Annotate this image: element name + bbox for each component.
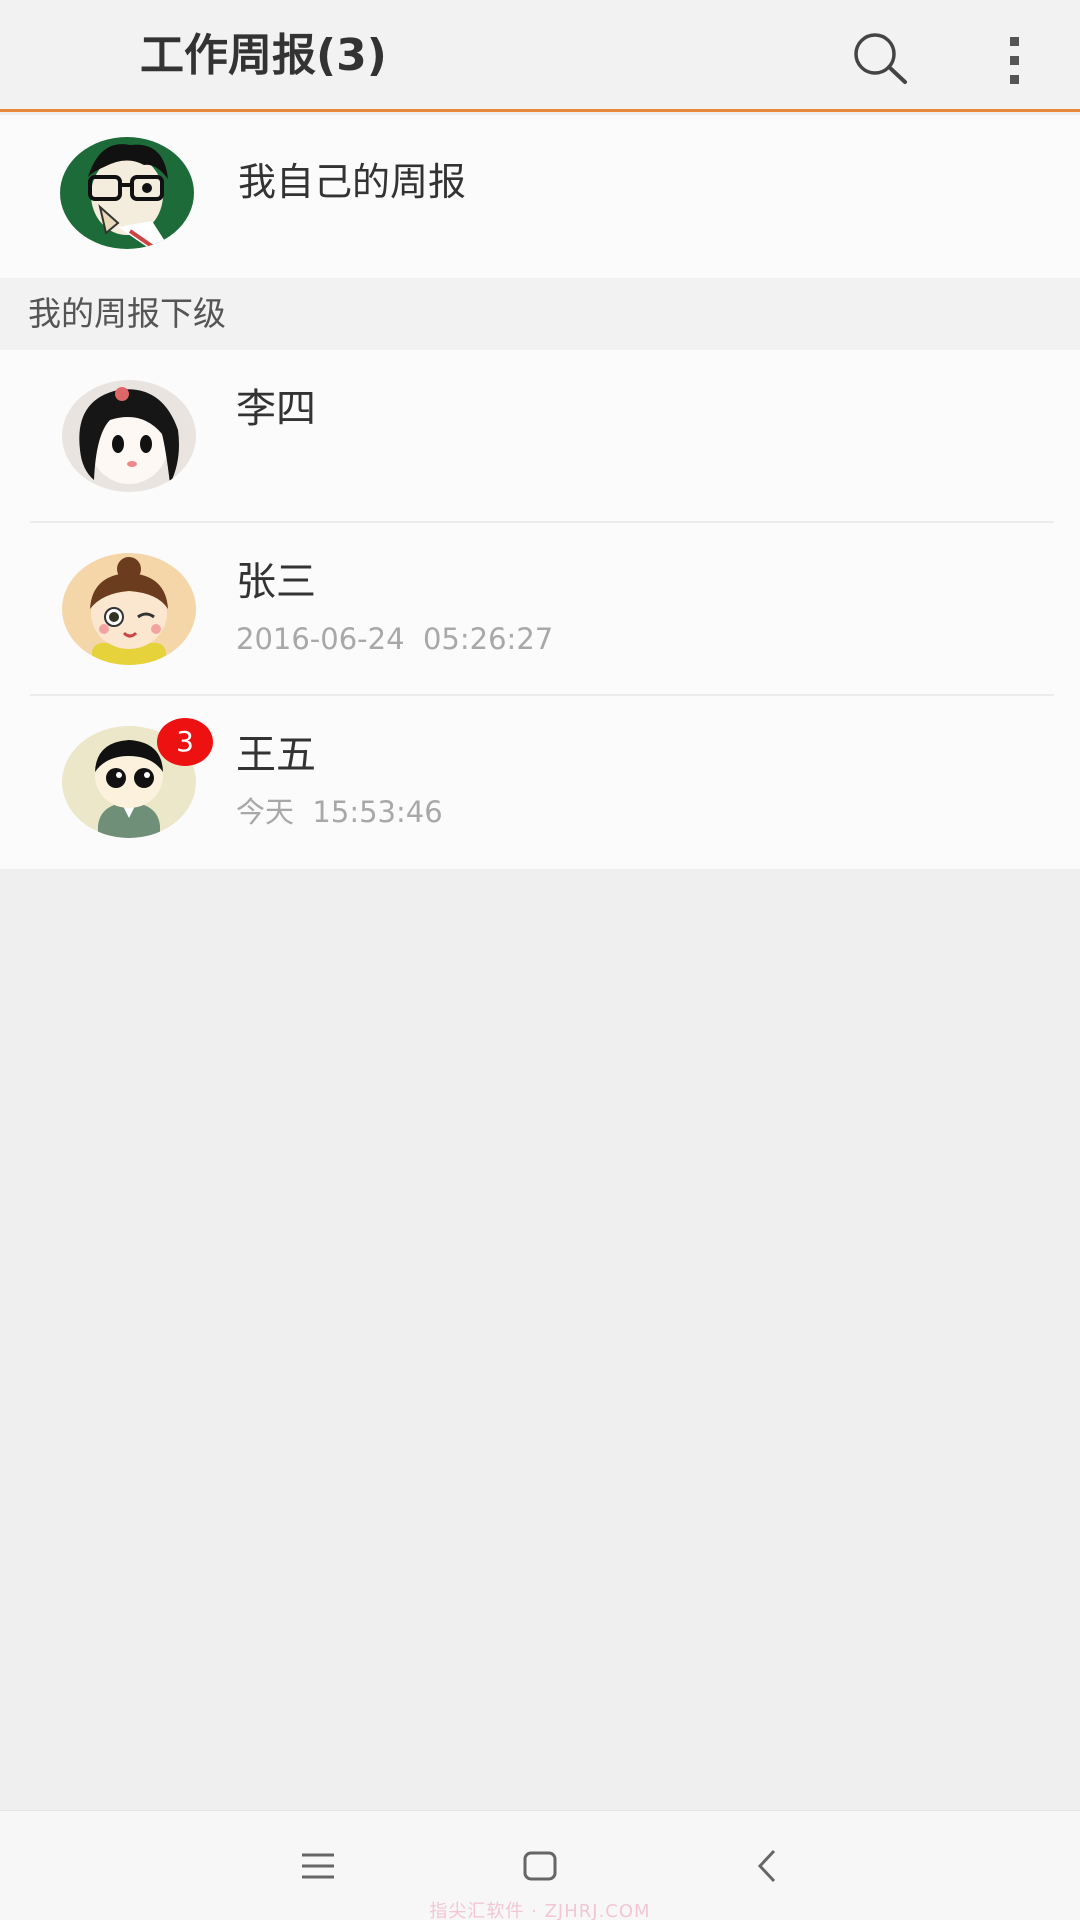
list-item[interactable]: 李四 — [0, 350, 1080, 523]
page-title: 工作周报(3) — [140, 30, 387, 81]
section-header: 我的周报下级 — [0, 278, 1080, 350]
subordinate-list: 李四 张三 2016-06-24 05:26:27 3 王五 今天 15:53:… — [0, 350, 1080, 869]
unread-badge: 3 — [157, 718, 213, 766]
home-icon[interactable] — [510, 1841, 570, 1891]
avatar — [62, 553, 196, 665]
menu-icon[interactable] — [288, 1841, 348, 1891]
avatar — [60, 137, 194, 249]
app-header: 工作周报(3) — [0, 0, 1080, 112]
back-icon[interactable] — [738, 1841, 798, 1891]
my-report-label: 我自己的周报 — [238, 160, 467, 204]
report-time: 今天 15:53:46 — [236, 795, 443, 829]
section-title: 我的周报下级 — [28, 294, 226, 333]
list-item[interactable]: 3 王五 今天 15:53:46 — [0, 696, 1080, 869]
screen: 工作周报(3) 我自己的周报 我的周报下级 李四 张三 2016-06-24 0… — [0, 0, 1080, 1920]
my-report-row[interactable]: 我自己的周报 — [0, 115, 1080, 278]
list-item[interactable]: 张三 2016-06-24 05:26:27 — [0, 523, 1080, 696]
search-icon[interactable] — [850, 30, 910, 86]
report-time: 2016-06-24 05:26:27 — [236, 622, 554, 656]
watermark: 指尖汇软件 · ZJHRJ.COM — [429, 1901, 651, 1920]
subordinate-name: 李四 — [236, 386, 316, 432]
more-vertical-icon[interactable] — [990, 30, 1040, 90]
subordinate-name: 王五 — [236, 732, 316, 778]
subordinate-name: 张三 — [236, 559, 316, 605]
system-navbar: 指尖汇软件 · ZJHRJ.COM — [0, 1810, 1080, 1920]
avatar — [62, 380, 196, 492]
